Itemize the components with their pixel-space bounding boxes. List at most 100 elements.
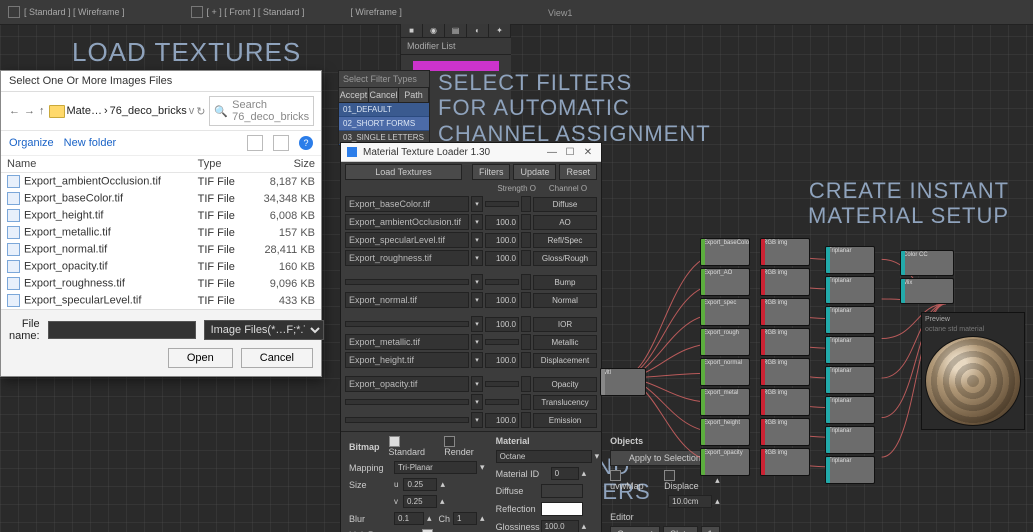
graph-node[interactable]: Export_height bbox=[700, 418, 750, 446]
graph-node[interactable]: Export_AO bbox=[700, 268, 750, 296]
slot-1-button[interactable]: 1 bbox=[701, 526, 720, 532]
nav-up-icon[interactable]: ↑ bbox=[39, 105, 45, 117]
modifier-list-label[interactable]: Modifier List bbox=[401, 38, 511, 55]
stepper-icon[interactable] bbox=[521, 376, 531, 392]
chevron-down-icon[interactable]: ▾ bbox=[471, 376, 483, 392]
chevron-down-icon[interactable]: ▾ bbox=[471, 250, 483, 266]
stepper-icon[interactable] bbox=[521, 250, 531, 266]
texture-slot[interactable]: ▾ Translucency bbox=[341, 393, 601, 411]
graph-node[interactable]: RGB img bbox=[760, 268, 810, 296]
strength-input[interactable] bbox=[485, 279, 519, 285]
strength-input[interactable]: 100.0 bbox=[485, 317, 519, 332]
blur-input[interactable]: 0.1 bbox=[394, 512, 424, 525]
graph-node[interactable]: Triplanar bbox=[825, 396, 875, 424]
stepper-icon[interactable] bbox=[521, 232, 531, 248]
strength-input[interactable]: 100.0 bbox=[485, 233, 519, 248]
texture-slot[interactable]: Export_roughness.tif ▾ 100.0 Gloss/Rough bbox=[341, 249, 601, 267]
slot-file[interactable]: Export_baseColor.tif bbox=[345, 196, 469, 212]
slate-button[interactable]: Slate bbox=[663, 526, 698, 532]
graph-node[interactable]: RGB img bbox=[760, 238, 810, 266]
filetype-select[interactable]: Image Files(*…F;*.TGA;*.RPF) bbox=[204, 320, 324, 340]
graph-node[interactable]: Export_normal bbox=[700, 358, 750, 386]
graph-node[interactable]: RGB img bbox=[760, 358, 810, 386]
slot-file[interactable]: Export_height.tif bbox=[345, 352, 469, 368]
texture-slot[interactable]: ▾ Bump bbox=[341, 273, 601, 291]
file-row[interactable]: Export_roughness.tifTIF File9,096 KB bbox=[1, 275, 321, 292]
view-mode-icon[interactable] bbox=[247, 135, 263, 151]
graph-node[interactable]: Triplanar bbox=[825, 336, 875, 364]
slot-file[interactable]: Export_specularLevel.tif bbox=[345, 232, 469, 248]
chevron-down-icon[interactable]: ▾ bbox=[471, 394, 483, 410]
reset-button[interactable]: Reset bbox=[559, 164, 597, 180]
ch-input[interactable]: 1 bbox=[453, 512, 477, 525]
channel-select[interactable]: Opacity bbox=[533, 377, 597, 392]
file-row[interactable]: Export_normal.tifTIF File28,411 KB bbox=[1, 241, 321, 258]
strength-input[interactable]: 100.0 bbox=[485, 413, 519, 428]
stepper-icon[interactable] bbox=[521, 334, 531, 350]
graph-node[interactable]: RGB img bbox=[760, 418, 810, 446]
stepper-icon[interactable] bbox=[521, 214, 531, 230]
graph-node[interactable]: Export_spec bbox=[700, 298, 750, 326]
stepper-icon[interactable] bbox=[521, 292, 531, 308]
texture-slot[interactable]: Export_baseColor.tif ▾ Diffuse bbox=[341, 195, 601, 213]
preview-pane-icon[interactable] bbox=[273, 135, 289, 151]
file-row[interactable]: Export_baseColor.tifTIF File34,348 KB bbox=[1, 190, 321, 207]
channel-select[interactable]: IOR bbox=[533, 317, 597, 332]
update-button[interactable]: Update bbox=[513, 164, 556, 180]
channel-select[interactable]: Bump bbox=[533, 275, 597, 290]
graph-node[interactable]: Triplanar bbox=[825, 306, 875, 334]
texture-slot[interactable]: Export_metallic.tif ▾ Metallic bbox=[341, 333, 601, 351]
channel-select[interactable]: Displacement bbox=[533, 353, 597, 368]
breadcrumb[interactable]: Mate…› 76_deco_bricks v ↻ bbox=[49, 105, 206, 118]
graph-node[interactable]: RGB img bbox=[760, 388, 810, 416]
filter-cancel-button[interactable]: Cancel bbox=[369, 88, 399, 102]
stepper-icon[interactable] bbox=[521, 196, 531, 212]
filter-accept-button[interactable]: Accept bbox=[339, 88, 369, 102]
nav-fwd-icon[interactable]: → bbox=[24, 105, 35, 117]
texture-slot[interactable]: Export_specularLevel.tif ▾ 100.0 Refl/Sp… bbox=[341, 231, 601, 249]
engine-select[interactable]: Octane bbox=[496, 450, 592, 463]
chevron-down-icon[interactable]: ▾ bbox=[471, 412, 483, 428]
graph-node[interactable]: Export_metal bbox=[700, 388, 750, 416]
mapping-select[interactable]: Tri-Planar bbox=[394, 461, 477, 474]
chevron-down-icon[interactable]: ▾ bbox=[471, 352, 483, 368]
graph-node[interactable]: Triplanar bbox=[825, 426, 875, 454]
slot-file[interactable] bbox=[345, 321, 469, 327]
slot-file[interactable]: Export_opacity.tif bbox=[345, 376, 469, 392]
nav-back-icon[interactable]: ← bbox=[9, 105, 20, 117]
slot-file[interactable] bbox=[345, 417, 469, 423]
graph-node[interactable]: Triplanar bbox=[825, 456, 875, 484]
load-textures-button[interactable]: Load Textures bbox=[345, 164, 462, 180]
stepper-icon[interactable] bbox=[521, 352, 531, 368]
slot-file[interactable] bbox=[345, 279, 469, 285]
graph-node[interactable]: Export_rough bbox=[700, 328, 750, 356]
cancel-button[interactable]: Cancel bbox=[241, 348, 313, 368]
reflection-swatch[interactable] bbox=[541, 502, 583, 516]
texture-slot[interactable]: Export_height.tif ▾ 100.0 Displacement bbox=[341, 351, 601, 369]
filters-button[interactable]: Filters bbox=[472, 164, 511, 180]
chevron-down-icon[interactable]: ▾ bbox=[471, 274, 483, 290]
graph-node[interactable]: Color CC bbox=[900, 250, 954, 276]
chevron-down-icon[interactable]: ▾ bbox=[471, 196, 483, 212]
graph-node[interactable]: Triplanar bbox=[825, 366, 875, 394]
size-v-input[interactable]: 0.25 bbox=[403, 495, 437, 508]
channel-select[interactable]: Translucency bbox=[533, 395, 597, 410]
graph-node[interactable]: Mix bbox=[900, 278, 954, 304]
organize-button[interactable]: Organize bbox=[9, 137, 54, 149]
file-row[interactable]: Export_opacity.tifTIF File160 KB bbox=[1, 258, 321, 275]
channel-select[interactable]: AO bbox=[533, 215, 597, 230]
texture-slot[interactable]: Export_ambientOcclusion.tif ▾ 100.0 AO bbox=[341, 213, 601, 231]
channel-select[interactable]: Gloss/Rough bbox=[533, 251, 597, 266]
strength-input[interactable] bbox=[485, 201, 519, 207]
graph-node[interactable]: Triplanar bbox=[825, 246, 875, 274]
diffuse-swatch[interactable] bbox=[541, 484, 583, 498]
slot-file[interactable]: Export_metallic.tif bbox=[345, 334, 469, 350]
file-row[interactable]: Export_height.tifTIF File6,008 KB bbox=[1, 207, 321, 224]
strength-input[interactable]: 100.0 bbox=[485, 353, 519, 368]
size-u-input[interactable]: 0.25 bbox=[403, 478, 437, 491]
graph-node[interactable]: Export_baseColor bbox=[700, 238, 750, 266]
graph-node[interactable]: Mtl bbox=[600, 368, 646, 396]
chevron-down-icon[interactable]: ▾ bbox=[471, 214, 483, 230]
texture-slot[interactable]: ▾ 100.0 IOR bbox=[341, 315, 601, 333]
channel-select[interactable]: Diffuse bbox=[533, 197, 597, 212]
